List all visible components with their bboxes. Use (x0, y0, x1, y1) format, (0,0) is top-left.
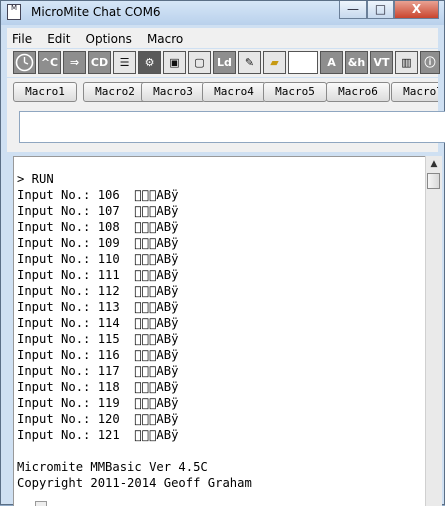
new-file-icon[interactable]: ▢ (188, 51, 211, 74)
scroll-thumb[interactable] (427, 173, 440, 189)
app-icon[interactable]: M (7, 4, 21, 20)
terminal-line: Input No.: 119    ABÿ (17, 396, 179, 410)
terminal-line: Input No.: 116    ABÿ (17, 348, 179, 362)
scroll-up-arrow-icon[interactable]: ▲ (426, 156, 442, 172)
cd-icon[interactable]: CD (88, 51, 111, 74)
minimize-button[interactable]: — (339, 1, 367, 19)
vt-icon[interactable]: VT (370, 51, 393, 74)
arrow-right-icon[interactable]: ⇒ (63, 51, 86, 74)
macro6-button[interactable]: Macro6 (326, 82, 390, 102)
close-button[interactable]: X (394, 1, 439, 19)
gear-icon[interactable]: ⚙ (138, 51, 161, 74)
terminal-line: Input No.: 106    ABÿ (17, 188, 179, 202)
terminal-line: Input No.: 110    ABÿ (17, 252, 179, 266)
terminal-line: Input No.: 107    ABÿ (17, 204, 179, 218)
macro3-button[interactable]: Macro3 (141, 82, 205, 102)
terminal-line: Input No.: 121    ABÿ (17, 428, 179, 442)
toolbar: ^C ⇒ CD ☰ ⚙ ▣ ▢ Ld ✎ ▰ A &h VT ▥ ⓘ (7, 49, 440, 77)
title-bar[interactable]: M MicroMite Chat COM6 — □ X (1, 1, 444, 25)
terminal-line: Micromite MMBasic Ver 4.5C (17, 460, 208, 474)
menu-file[interactable]: File (7, 29, 37, 46)
font-icon[interactable]: A (320, 51, 343, 74)
terminal-line: Input No.: 120    ABÿ (17, 412, 179, 426)
menu-bar: File Edit Options Macro (7, 28, 438, 48)
blank-icon[interactable] (288, 51, 318, 74)
macro5-button[interactable]: Macro5 (263, 82, 327, 102)
app-window: M MicroMite Chat COM6 — □ X File Edit Op… (0, 0, 445, 506)
save-icon[interactable]: ▣ (163, 51, 186, 74)
columns-icon[interactable]: ▥ (395, 51, 418, 74)
terminal-line: Input No.: 117    ABÿ (17, 364, 179, 378)
macro7-button[interactable]: Macro7 (391, 82, 438, 102)
open-folder-icon[interactable]: ▰ (263, 51, 286, 74)
terminal-line: Input No.: 112    ABÿ (17, 284, 179, 298)
macro4-button[interactable]: Macro4 (202, 82, 266, 102)
menu-options[interactable]: Options (81, 29, 137, 46)
terminal-line: Input No.: 118    ABÿ (17, 380, 179, 394)
maximize-button[interactable]: □ (367, 1, 394, 19)
macro1-button[interactable]: Macro1 (13, 82, 77, 102)
macro2-button[interactable]: Macro2 (83, 82, 147, 102)
terminal-line: Input No.: 111    ABÿ (17, 268, 179, 282)
terminal-line: Input No.: 108    ABÿ (17, 220, 179, 234)
terminal-line: Input No.: 113    ABÿ (17, 300, 179, 314)
input-area (7, 108, 445, 152)
edit-icon[interactable]: ✎ (238, 51, 261, 74)
terminal-line: Copyright 2011-2014 Geoff Graham (17, 476, 252, 490)
terminal-output[interactable]: > RUN Input No.: 106    ABÿ Input No.: 1… (13, 156, 425, 506)
terminal-line: Input No.: 115    ABÿ (17, 332, 179, 346)
terminal-line: Input No.: 114    ABÿ (17, 316, 179, 330)
menu-edit[interactable]: Edit (42, 29, 75, 46)
list-icon[interactable]: ☰ (113, 51, 136, 74)
window-title: MicroMite Chat COM6 (31, 5, 161, 19)
load-icon[interactable]: Ld (213, 51, 236, 74)
vertical-scrollbar[interactable]: ▲ (425, 156, 442, 506)
macro-bar: Macro1 Macro2 Macro3 Macro4 Macro5 Macro… (7, 78, 438, 108)
terminal-line: Input No.: 109    ABÿ (17, 236, 179, 250)
clock-icon[interactable] (13, 51, 36, 74)
command-input[interactable] (19, 111, 445, 143)
status-bar-edge (35, 501, 47, 506)
info-icon[interactable]: ⓘ (420, 51, 440, 74)
terminal-line: > RUN (17, 172, 54, 186)
ctrl-c-icon[interactable]: ^C (38, 51, 61, 74)
ampersand-h-icon[interactable]: &h (345, 51, 368, 74)
menu-macro[interactable]: Macro (142, 29, 188, 46)
